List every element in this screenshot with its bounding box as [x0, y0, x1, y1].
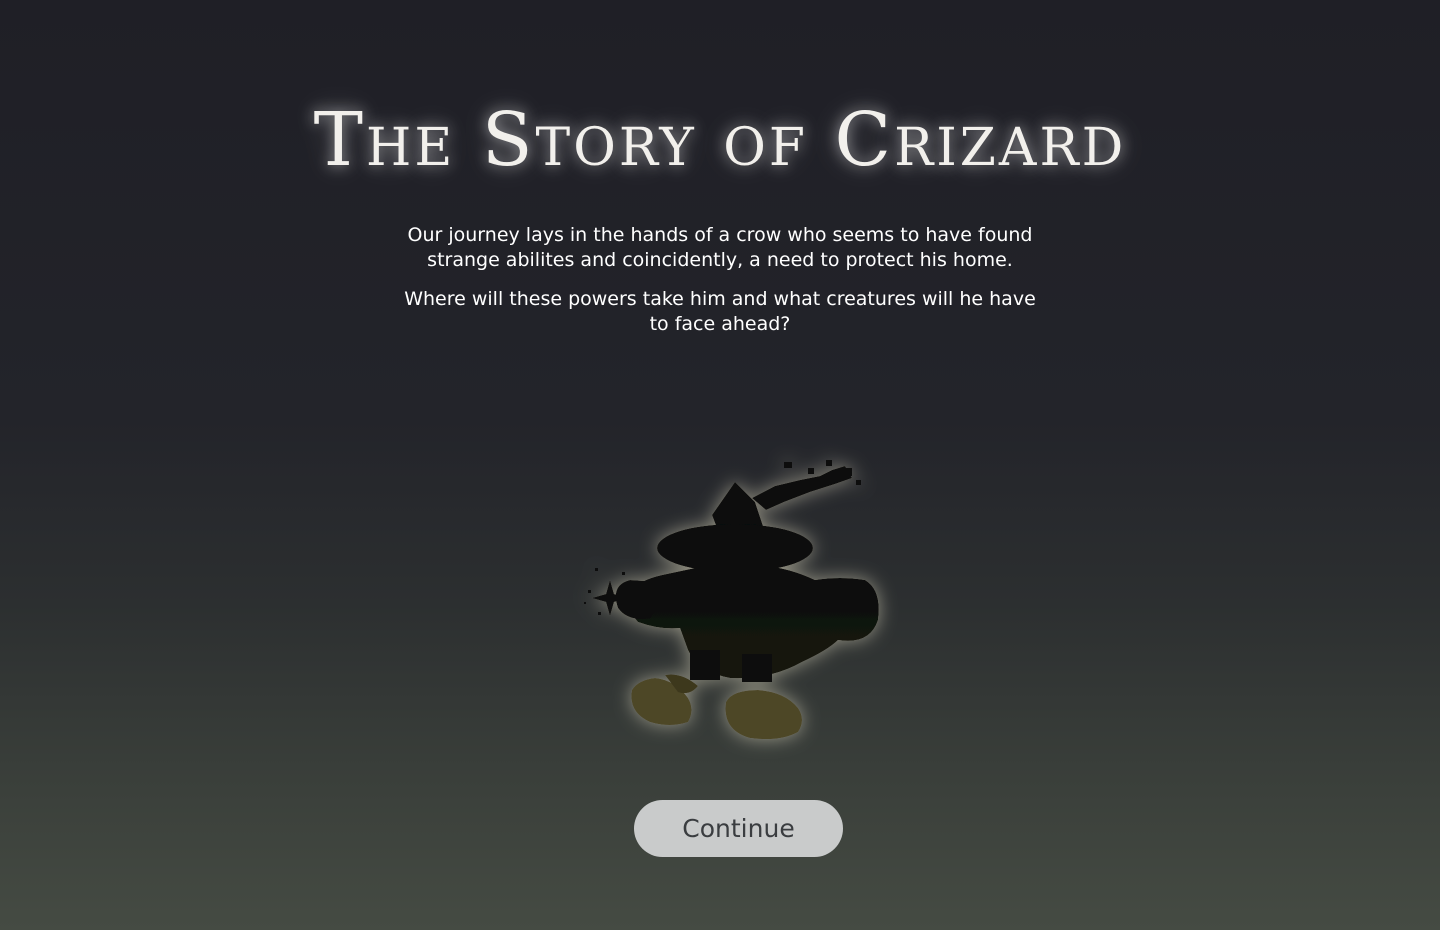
intro-paragraph-1: Our journey lays in the hands of a crow …: [407, 224, 1033, 271]
intro-paragraph-2: Where will these powers take him and wha…: [404, 288, 1036, 335]
continue-button[interactable]: Continue: [634, 800, 843, 857]
crow-wizard-silhouette-icon: [584, 460, 879, 740]
story-title: The Story of Crizard: [313, 97, 1127, 183]
story-intro: Our journey lays in the hands of a crow …: [400, 223, 1040, 351]
crow-character: [570, 440, 900, 760]
